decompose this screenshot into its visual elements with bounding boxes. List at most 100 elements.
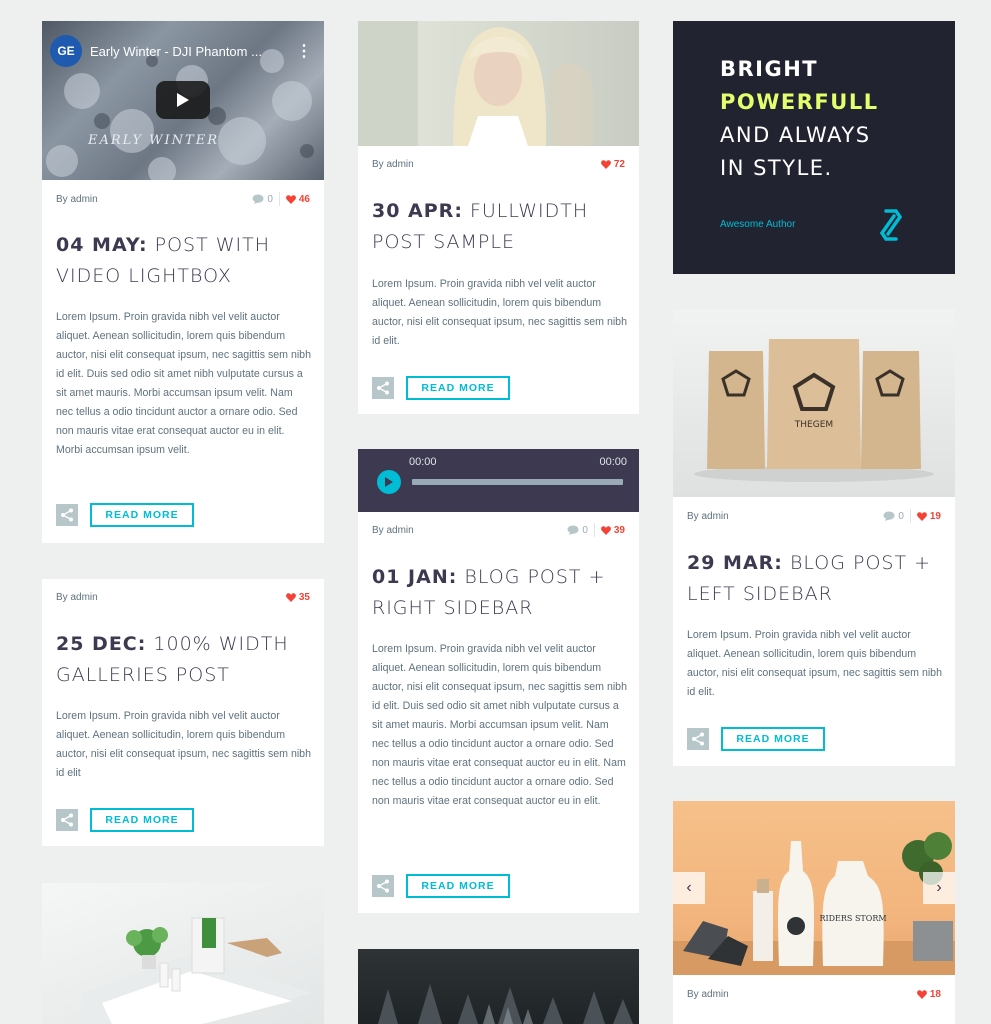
quote-link-icon <box>879 209 903 241</box>
post-card-left-sidebar: THEGEM By admin 0 19 29 MAR: BLOG POST +… <box>673 309 955 766</box>
share-icon <box>376 381 390 395</box>
play-icon <box>385 477 393 487</box>
audio-progress-bar[interactable] <box>412 479 623 485</box>
likes-value: 46 <box>298 193 310 205</box>
author-link[interactable]: By admin <box>372 159 414 170</box>
likes-count[interactable]: 72 <box>601 159 625 170</box>
share-button[interactable] <box>56 809 78 831</box>
likes-count[interactable]: 39 <box>601 525 625 536</box>
promo-author[interactable]: Awesome Author <box>720 219 795 230</box>
slider-next-button[interactable]: › <box>923 872 955 904</box>
share-button[interactable] <box>372 377 394 399</box>
audio-play-button[interactable] <box>377 470 401 494</box>
comments-value: 0 <box>898 510 904 522</box>
gallery-slider: RIDERS STORM ‹ › <box>673 801 955 975</box>
author-link[interactable]: By admin <box>687 989 729 1000</box>
author-link[interactable]: By admin <box>56 592 98 603</box>
post-date: 04 MAY: <box>56 234 148 256</box>
comment-icon <box>883 511 895 521</box>
post-meta: By admin 0 19 <box>687 508 941 524</box>
read-more-button[interactable]: READ MORE <box>90 503 194 527</box>
post-excerpt: Lorem Ipsum. Proin gravida nibh vel veli… <box>56 710 311 779</box>
paper-bags-image: THEGEM <box>694 339 934 482</box>
promo-line-3: AND ALWAYS <box>720 123 871 147</box>
post-image[interactable] <box>358 21 639 146</box>
share-icon <box>60 508 74 522</box>
video-overlay-text: EARLY WINTER <box>88 133 220 148</box>
post-meta: By admin 0 46 <box>56 191 310 207</box>
comments-count[interactable]: 0 <box>883 511 904 522</box>
post-card-audio: 00:00 00:00 By admin 0 39 01 JAN: BLOG P… <box>358 449 639 913</box>
heart-icon <box>286 195 296 204</box>
audio-total-time: 00:00 <box>599 456 627 468</box>
post-excerpt: Lorem Ipsum. Proin gravida nibh vel veli… <box>372 643 627 807</box>
likes-count[interactable]: 19 <box>917 511 941 522</box>
post-meta: By admin 0 39 <box>372 522 625 538</box>
post-actions: READ MORE <box>56 808 194 832</box>
author-link[interactable]: By admin <box>687 511 729 522</box>
post-card-gallery-slider: RIDERS STORM ‹ › By admin 18 <box>673 801 955 1024</box>
post-image[interactable] <box>42 883 324 1024</box>
woman-portrait-image <box>358 21 593 146</box>
play-button[interactable] <box>156 81 210 119</box>
post-title[interactable]: 01 JAN: BLOG POST + RIGHT SIDEBAR <box>372 562 627 624</box>
author-link[interactable]: By admin <box>56 194 98 205</box>
post-title[interactable]: 25 DEC: 100% WIDTH GALLERIES POST <box>56 629 312 691</box>
post-date: 01 JAN: <box>372 566 458 588</box>
bottle-label: RIDERS STORM <box>819 914 886 923</box>
promo-line-2: POWERFULL <box>720 90 879 114</box>
comments-value: 0 <box>267 193 273 205</box>
comments-count[interactable]: 0 <box>252 194 273 205</box>
post-title[interactable]: 30 APR: FULLWIDTH POST SAMPLE <box>372 196 627 258</box>
meta-divider <box>278 192 280 206</box>
post-meta: By admin 72 <box>372 156 625 172</box>
likes-value: 35 <box>298 591 310 603</box>
comments-count[interactable]: 0 <box>567 525 588 536</box>
share-icon <box>691 732 705 746</box>
read-more-button[interactable]: READ MORE <box>406 874 510 898</box>
share-button[interactable] <box>687 728 709 750</box>
channel-logo[interactable]: GE <box>50 35 82 67</box>
share-icon <box>60 813 74 827</box>
likes-count[interactable]: 18 <box>917 989 941 1000</box>
meta-divider <box>909 509 911 523</box>
post-title[interactable]: 04 MAY: POST WITH VIDEO LIGHTBOX <box>56 230 312 292</box>
promo-line-4: IN STYLE. <box>720 156 833 180</box>
heart-icon <box>917 990 927 999</box>
slider-prev-button[interactable]: ‹ <box>673 872 705 904</box>
heart-icon <box>286 593 296 602</box>
post-card-fullwidth: By admin 72 30 APR: FULLWIDTH POST SAMPL… <box>358 21 639 414</box>
comments-value: 0 <box>582 524 588 536</box>
post-actions: READ MORE <box>56 503 194 527</box>
likes-value: 39 <box>613 524 625 536</box>
video-header: GE Early Winter - DJI Phantom ... ⋮ <box>50 35 312 67</box>
post-actions: READ MORE <box>687 727 825 751</box>
bag-brand-label: THEGEM <box>794 420 833 430</box>
read-more-button[interactable]: READ MORE <box>406 376 510 400</box>
share-button[interactable] <box>56 504 78 526</box>
likes-count[interactable]: 35 <box>286 592 310 603</box>
post-title[interactable]: 29 MAR: BLOG POST + LEFT SIDEBAR <box>687 548 943 610</box>
post-card-galleries: By admin 35 25 DEC: 100% WIDTH GALLERIES… <box>42 579 324 846</box>
post-image[interactable]: THEGEM <box>673 309 955 497</box>
dark-forest-image <box>378 984 633 1024</box>
share-button[interactable] <box>372 875 394 897</box>
likes-value: 72 <box>613 158 625 170</box>
post-image[interactable] <box>358 949 639 1024</box>
read-more-button[interactable]: READ MORE <box>90 808 194 832</box>
post-date: 30 APR: <box>372 200 463 222</box>
video-title[interactable]: Early Winter - DJI Phantom ... <box>90 44 288 59</box>
post-card-forest <box>358 949 639 1024</box>
video-thumbnail[interactable]: GE Early Winter - DJI Phantom ... ⋮ EARL… <box>42 21 324 180</box>
more-options-icon[interactable]: ⋮ <box>296 41 312 61</box>
heart-icon <box>601 526 611 535</box>
post-meta: By admin 18 <box>687 986 941 1002</box>
heart-icon <box>917 512 927 521</box>
author-link[interactable]: By admin <box>372 525 414 536</box>
post-actions: READ MORE <box>372 376 510 400</box>
read-more-button[interactable]: READ MORE <box>721 727 825 751</box>
promo-line-1: BRIGHT <box>720 57 819 81</box>
heart-icon <box>601 160 611 169</box>
likes-count[interactable]: 46 <box>286 194 310 205</box>
post-card-mockup <box>42 883 324 1024</box>
